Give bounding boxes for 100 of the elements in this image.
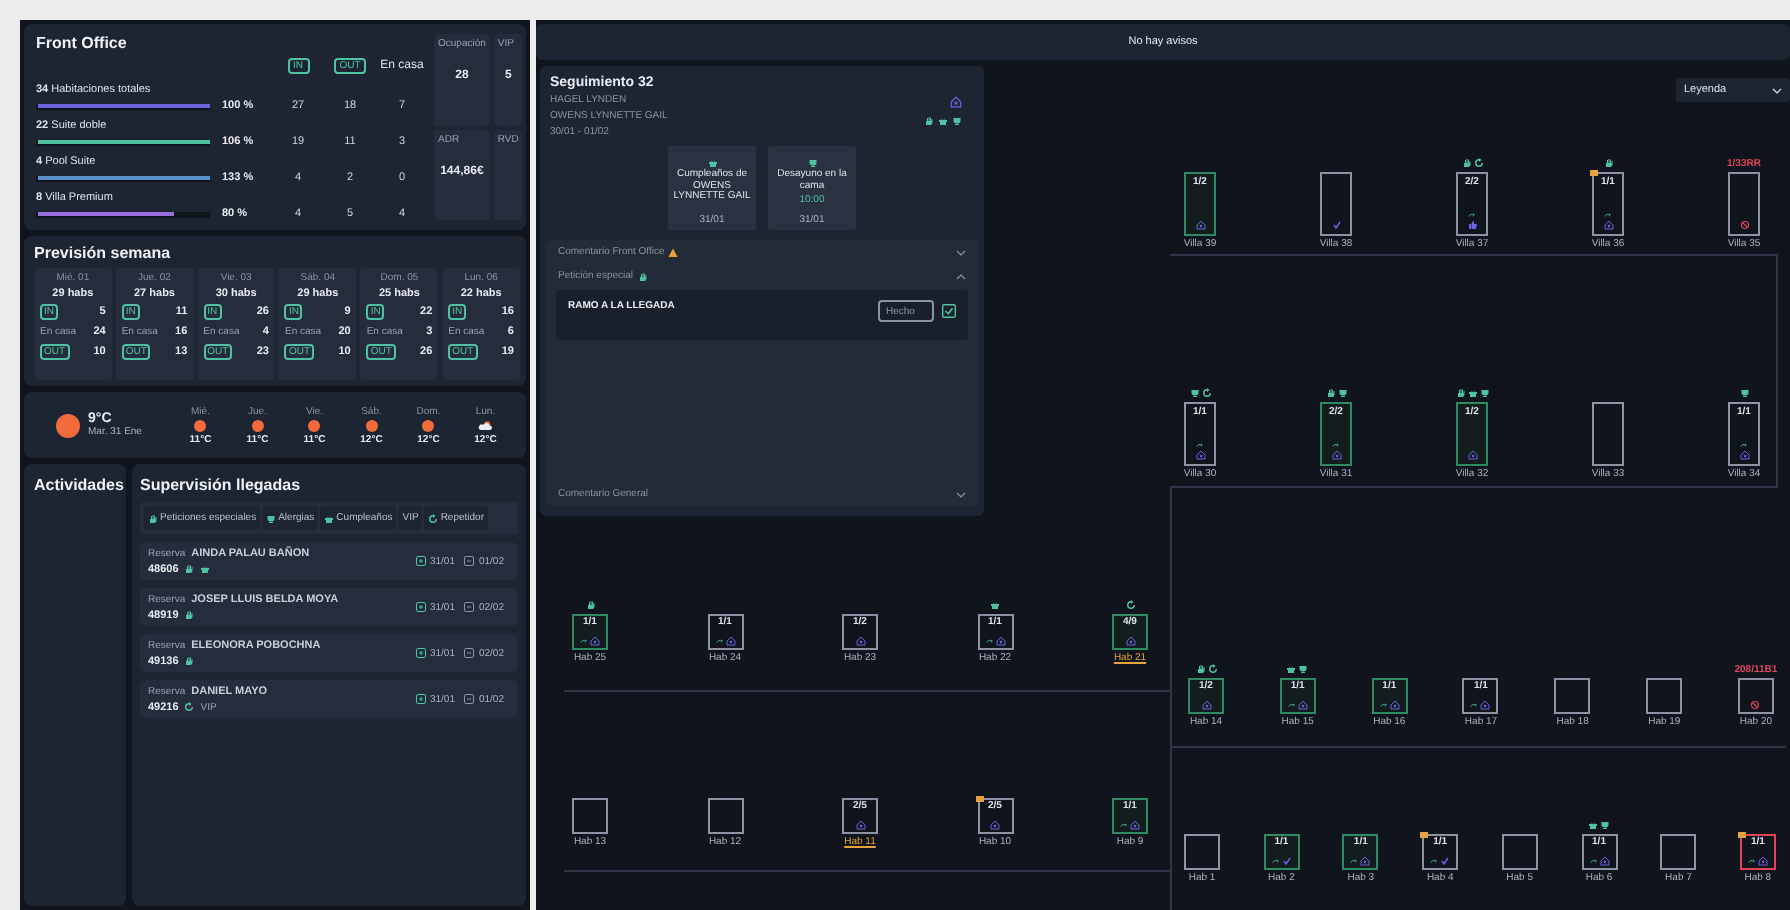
house-star-icon	[1125, 636, 1135, 646]
room-tile[interactable]	[1728, 172, 1760, 236]
refresh-icon	[184, 702, 195, 712]
arrow-icon	[985, 638, 993, 644]
house-star-icon	[1603, 220, 1613, 230]
refresh-icon	[1473, 158, 1483, 168]
warning-icon	[668, 247, 679, 257]
check-icon	[1331, 220, 1341, 230]
checkout-icon	[464, 648, 475, 658]
house-star-icon	[1331, 450, 1341, 460]
house-star-icon	[725, 636, 735, 646]
house-star-icon	[1599, 856, 1610, 866]
arrow-icon	[1589, 858, 1598, 864]
arrow-icon	[1287, 702, 1296, 708]
cup-icon	[1739, 388, 1749, 398]
house-star-icon	[1297, 700, 1308, 710]
house-star-icon	[1130, 820, 1140, 830]
card-title: Previsión semana	[34, 244, 173, 262]
room-tile[interactable]	[1320, 172, 1352, 236]
cup-icon	[1298, 664, 1309, 674]
checkout-icon	[464, 556, 475, 566]
checkin-icon	[415, 602, 426, 612]
sun-icon	[194, 419, 207, 431]
sun-icon	[251, 419, 264, 431]
hand-icon	[1195, 664, 1205, 674]
chevron-icon	[956, 273, 966, 279]
sun-icon	[56, 413, 80, 437]
room-tile[interactable]	[707, 798, 743, 834]
sun-icon	[308, 419, 321, 431]
chevron-icon	[956, 491, 966, 497]
house-star-icon	[1480, 700, 1491, 710]
house-star-icon	[1757, 856, 1768, 866]
house-star-icon	[995, 636, 1005, 646]
house-star-icon	[1201, 700, 1211, 710]
cup-icon	[1337, 388, 1347, 398]
gift-icon	[200, 564, 211, 574]
gift-icon	[990, 600, 1000, 610]
arrow-icon	[580, 638, 588, 644]
thumbs-up-icon	[1467, 220, 1477, 230]
gift-icon	[1588, 820, 1599, 830]
flag-icon	[1737, 832, 1746, 838]
house-star-icon	[950, 96, 962, 108]
arrow-icon	[1430, 858, 1439, 864]
card-title: Front Office	[36, 34, 129, 52]
house-star-icon	[1739, 450, 1749, 460]
prohibited-icon	[1739, 220, 1749, 230]
house-star-icon	[855, 820, 865, 830]
hand-icon	[148, 513, 158, 523]
arrow-icon	[1332, 442, 1340, 448]
refresh-icon	[1207, 664, 1217, 674]
flag-icon	[1420, 832, 1429, 838]
arrow-icon	[1120, 822, 1128, 828]
refresh-icon	[428, 513, 439, 523]
arrow-icon	[1350, 858, 1359, 864]
check-icon	[1281, 856, 1292, 866]
house-star-icon	[1360, 856, 1371, 866]
cup-icon	[1189, 388, 1199, 398]
gift-icon	[324, 513, 335, 523]
house-star-icon	[1195, 220, 1205, 230]
sun-icon	[422, 419, 435, 431]
cup-icon	[952, 116, 962, 126]
arrow-icon	[1196, 442, 1204, 448]
checkin-icon	[415, 648, 426, 658]
checkbox[interactable]	[942, 304, 956, 318]
house-star-icon	[855, 636, 865, 646]
arrow-icon	[1604, 212, 1612, 218]
room-tile[interactable]	[1501, 834, 1538, 870]
arrow-icon	[1747, 858, 1756, 864]
room-tile[interactable]	[1554, 678, 1591, 714]
house-star-icon	[1389, 700, 1400, 710]
flag-icon	[1590, 170, 1598, 176]
gift-icon	[938, 116, 948, 126]
checkout-icon	[464, 694, 475, 704]
room-tile[interactable]	[1592, 402, 1624, 466]
room-tile[interactable]	[1646, 678, 1683, 714]
house-star-icon	[990, 820, 1000, 830]
prohibited-icon	[1750, 700, 1761, 710]
check-icon	[1440, 856, 1451, 866]
hand-icon	[637, 271, 648, 281]
room-tile[interactable]	[572, 798, 608, 834]
room-tile[interactable]	[1660, 834, 1697, 870]
hand-icon	[184, 656, 195, 666]
gift-icon	[1467, 388, 1477, 398]
refresh-icon	[1201, 388, 1211, 398]
arrow-icon	[1468, 212, 1476, 218]
cup-icon	[1600, 820, 1611, 830]
gift-icon	[707, 158, 717, 168]
hand-icon	[184, 610, 195, 620]
room-tile[interactable]	[1184, 834, 1220, 870]
arrow-icon	[1271, 858, 1280, 864]
room-tile[interactable]	[1737, 678, 1774, 714]
hand-icon	[1603, 158, 1613, 168]
chevron-icon	[1772, 87, 1782, 93]
house-star-icon	[590, 636, 600, 646]
checkin-icon	[415, 556, 426, 566]
hand-icon	[1325, 388, 1335, 398]
cup-icon	[266, 513, 277, 523]
cup-icon	[807, 158, 817, 168]
card-title: Supervisión llegadas	[140, 476, 303, 494]
arrow-icon	[1740, 442, 1748, 448]
